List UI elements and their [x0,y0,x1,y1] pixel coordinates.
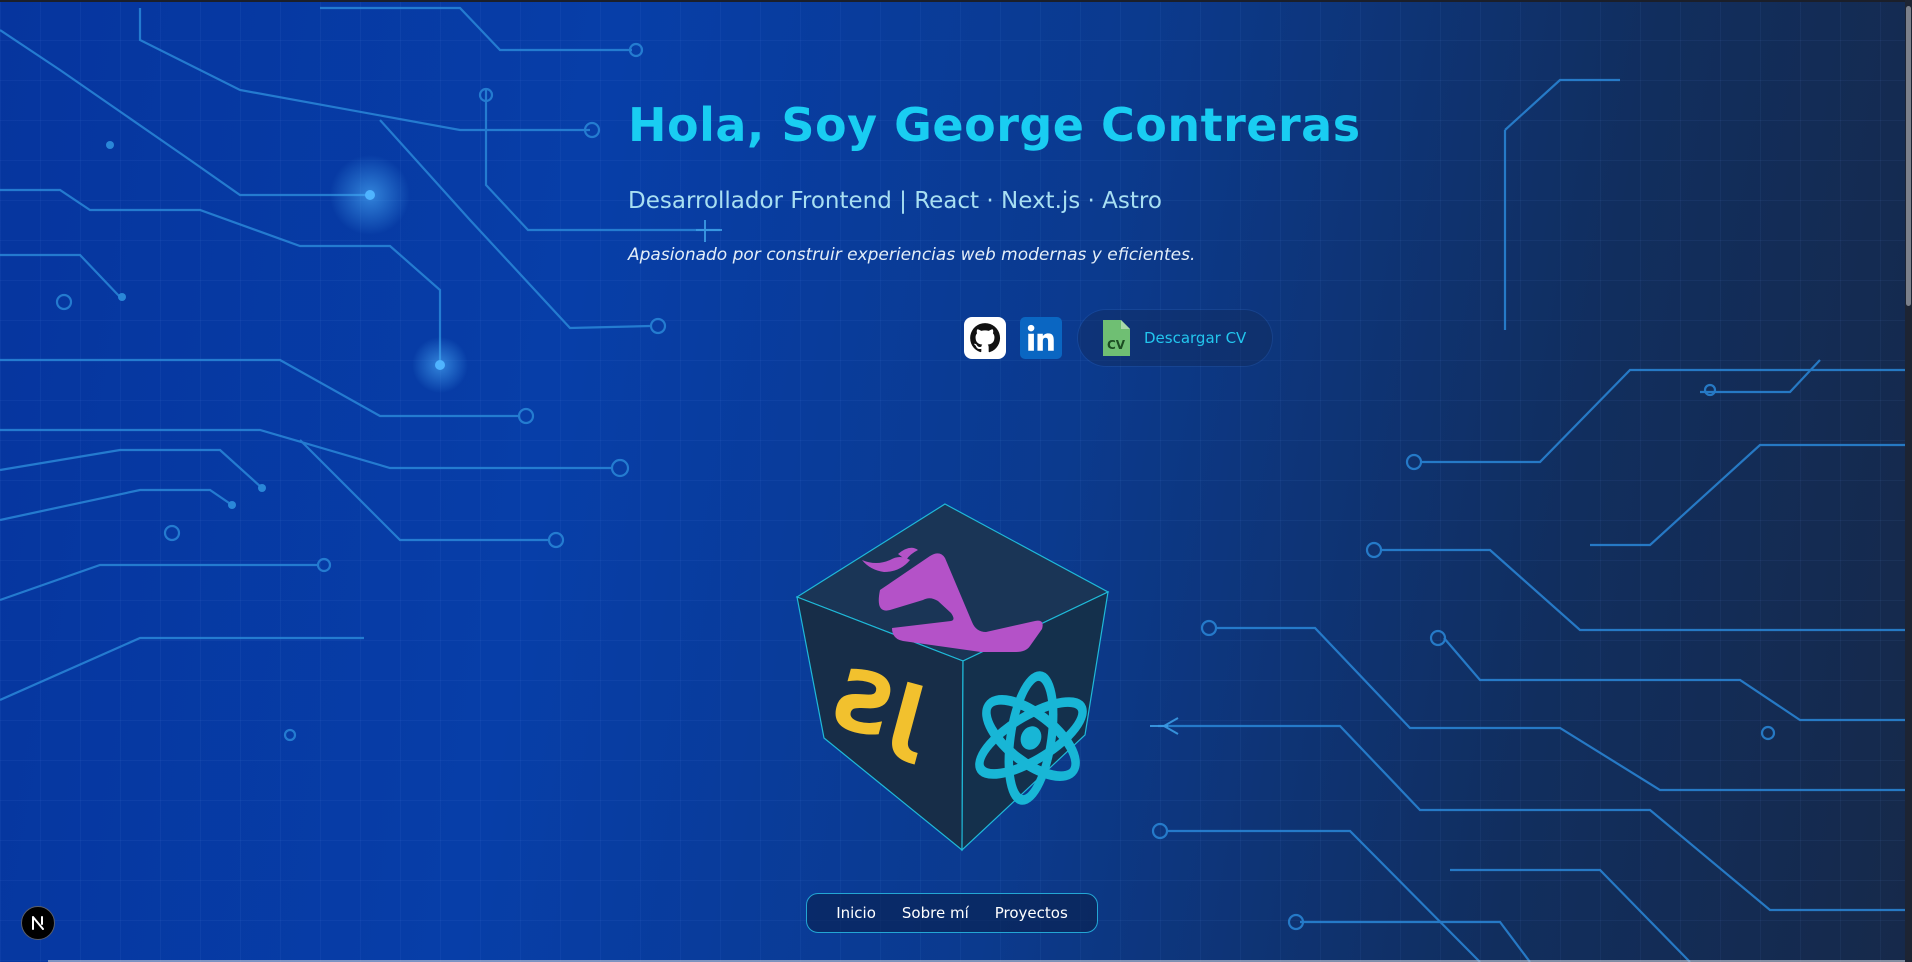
nav-item-sobre-mi[interactable]: Sobre mí [889,904,982,922]
linkedin-icon [1027,324,1054,351]
bottom-nav: Inicio Sobre mí Proyectos [806,893,1098,933]
hero-tagline: Apasionado por construir experiencias we… [628,245,1196,265]
hero-title: Hola, Soy George Contreras [628,98,1361,152]
tech-cube[interactable]: JS [780,498,1112,858]
download-cv-label: Descargar CV [1144,329,1247,347]
nextjs-dev-badge[interactable] [21,906,55,940]
github-icon [970,323,1001,353]
scrollbar-thumb[interactable] [1906,6,1911,306]
linkedin-link[interactable] [1020,317,1062,359]
social-links: CV Descargar CV [964,310,1272,366]
svg-text:CV: CV [1107,338,1126,352]
scrollbar[interactable] [1905,0,1912,962]
hero-section: Hola, Soy George Contreras Desarrollador… [628,98,1361,265]
nav-item-inicio[interactable]: Inicio [823,904,889,922]
nav-item-proyectos[interactable]: Proyectos [982,904,1081,922]
nextjs-icon [32,916,44,930]
hero-subtitle: Desarrollador Frontend | React · Next.js… [628,188,1162,214]
download-cv-button[interactable]: CV Descargar CV [1078,310,1272,366]
github-link[interactable] [964,317,1006,359]
cv-file-icon: CV [1103,320,1130,356]
